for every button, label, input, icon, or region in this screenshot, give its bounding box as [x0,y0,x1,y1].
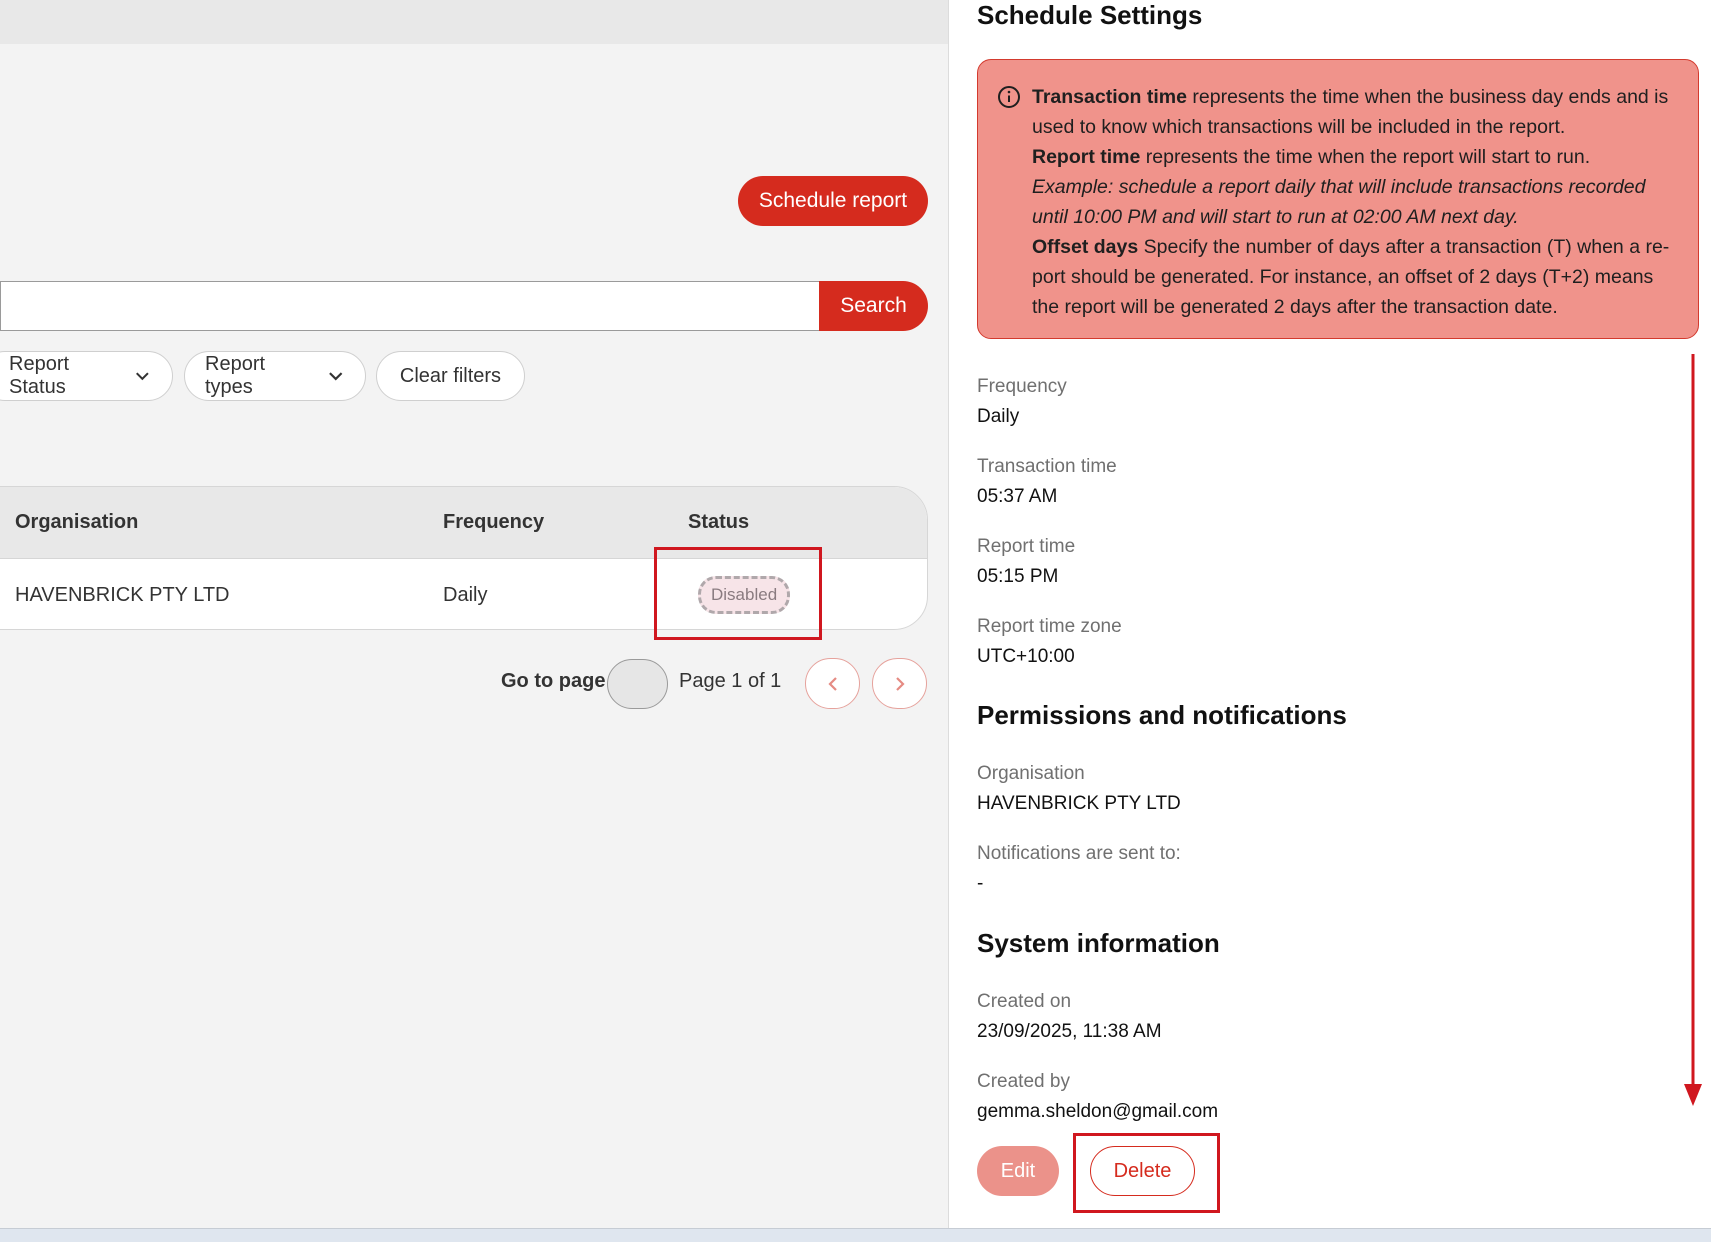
report-time-value: 05:15 PM [977,566,1059,587]
search-input[interactable] [0,281,822,331]
taskbar [0,1228,1711,1242]
organisation-label: Organisation [977,763,1085,784]
info-offset-term: Offset days [1032,236,1139,258]
transaction-time-label: Transaction time [977,456,1117,477]
chevron-right-icon [895,676,905,691]
page-number-input[interactable] [607,659,668,709]
report-types-filter[interactable]: Report types [184,351,366,401]
report-time-zone-label: Report time zone [977,616,1122,637]
top-bar [0,0,948,44]
header-organisation: Organisation [15,511,139,533]
info-transaction-time-term: Transaction time [1032,86,1187,108]
transaction-time-value: 05:37 AM [977,486,1058,507]
info-report-time-text: represents the time when the report will… [1145,146,1591,168]
info-report-time-term: Report time [1032,146,1141,168]
created-by-value: gemma.sheldon@gmail.com [977,1101,1219,1122]
next-page-button[interactable] [872,658,927,709]
info-offset: Offset days Specify the number of days a… [1032,232,1672,322]
info-icon [998,86,1020,108]
scroll-down-arrow-icon [1684,354,1702,1106]
schedule-report-button[interactable]: Schedule report [738,176,928,226]
created-by-label: Created by [977,1071,1070,1092]
go-to-page-label: Go to page [501,670,606,692]
info-transaction-time: Transaction time represents the time whe… [1032,82,1672,142]
row-organisation: HAVENBRICK PTY LTD [15,583,230,606]
report-time-label: Report time [977,536,1076,557]
panel-title: Schedule Settings [977,0,1203,30]
frequency-label: Frequency [977,376,1067,397]
edit-button[interactable]: Edit [977,1146,1059,1196]
schedule-details-panel: Schedule Settings Transaction time repre… [948,0,1711,1228]
clear-filters-button[interactable]: Clear filters [376,351,525,401]
report-status-filter[interactable]: Report Status [0,351,173,401]
search-bar: Search [0,281,928,331]
info-box: Transaction time represents the time whe… [977,59,1699,339]
info-example: Example: schedule a report daily that wi… [1032,172,1672,232]
created-on-label: Created on [977,991,1072,1012]
info-example-text: Example: schedule a report daily that wi… [1032,176,1646,228]
chevron-down-icon [136,372,149,381]
report-time-zone-value: UTC+10:00 [977,646,1075,667]
system-section-title: System information [977,928,1220,958]
previous-page-button[interactable] [805,658,860,709]
header-frequency: Frequency [443,511,545,533]
notifications-value: - [977,873,984,894]
organisation-value: HAVENBRICK PTY LTD [977,793,1181,814]
report-types-filter-label: Report types [205,353,266,398]
clear-filters-label: Clear filters [399,364,502,387]
search-button[interactable]: Search [819,281,928,331]
page-indicator: Page 1 of 1 [679,670,782,692]
status-highlight-box [654,547,822,640]
report-list-panel: Schedule report Search Report Status Rep… [0,0,948,1228]
notifications-label: Notifications are sent to: [977,843,1181,864]
delete-highlight-box [1073,1133,1220,1213]
row-frequency: Daily [443,583,488,606]
permissions-section-title: Permissions and notifications [977,700,1347,730]
chevron-down-icon [328,372,342,381]
report-status-filter-label: Report Status [9,353,70,398]
info-report-time: Report time represents the time when the… [1032,142,1672,172]
created-on-value: 23/09/2025, 11:38 AM [977,1021,1162,1042]
frequency-value: Daily [977,406,1020,427]
chevron-left-icon [827,676,837,691]
